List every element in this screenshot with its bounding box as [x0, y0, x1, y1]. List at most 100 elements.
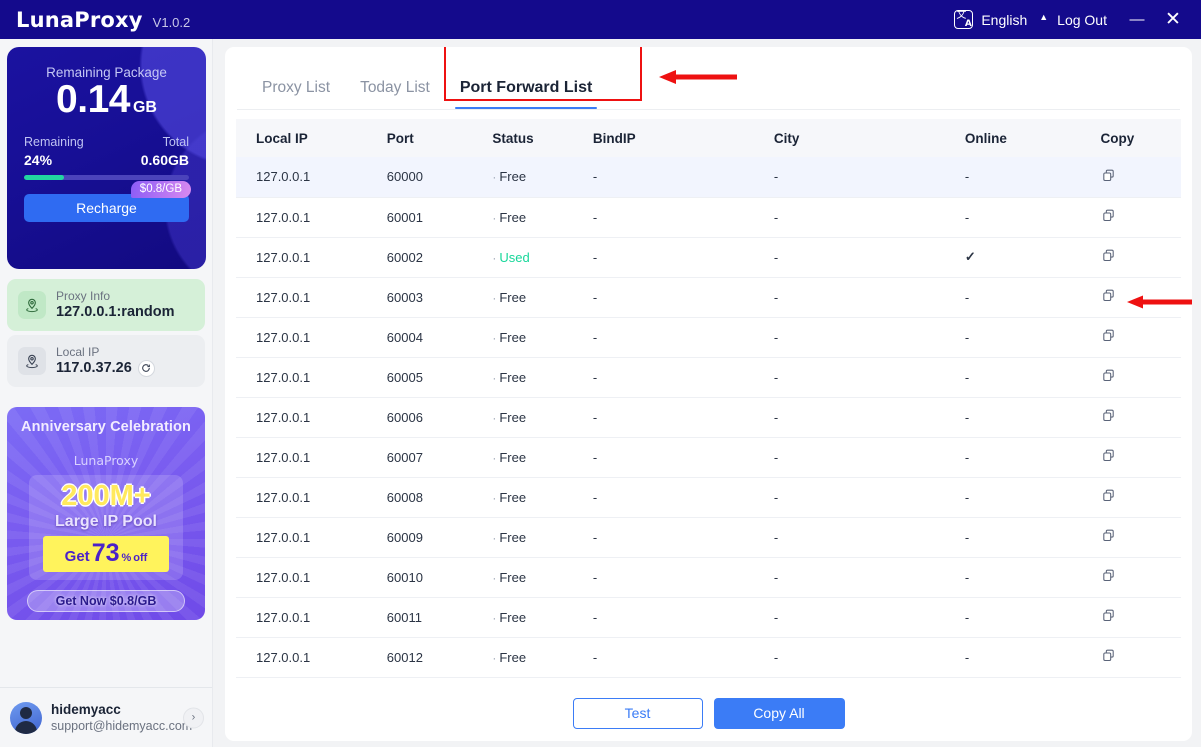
cell-port: 60007: [386, 437, 493, 478]
table-row[interactable]: 127.0.0.1 60011 · Free - - -: [236, 597, 1181, 638]
local-ip-value-row: 117.0.37.26: [56, 359, 155, 377]
status-dot-icon: ·: [492, 450, 497, 465]
package-stats-values: 24% 0.60GB: [24, 150, 189, 168]
recharge-area: Recharge $0.8/GB: [24, 181, 191, 222]
cell-copy: [1100, 437, 1181, 478]
table-row[interactable]: 127.0.0.1 60004 · Free - - -: [236, 317, 1181, 358]
copy-icon[interactable]: [1101, 448, 1116, 466]
column-header-status: Status: [492, 119, 593, 157]
package-amount: 0.14 GB: [24, 78, 189, 122]
recharge-button[interactable]: Recharge: [24, 194, 189, 222]
tab-proxy-list[interactable]: Proxy List: [247, 79, 345, 109]
cell-bindip: -: [592, 557, 774, 598]
status-dot-icon: ·: [492, 370, 497, 385]
cell-bindip: -: [592, 317, 774, 358]
cell-local-ip: 127.0.0.1: [236, 517, 387, 558]
table-row[interactable]: 127.0.0.1 60008 · Free - - -: [236, 477, 1181, 518]
cell-city: -: [773, 157, 965, 198]
status-dot-icon: ·: [492, 570, 497, 585]
table-row[interactable]: 127.0.0.1 60005 · Free - - -: [236, 357, 1181, 398]
table-row[interactable]: 127.0.0.1 60010 · Free - - -: [236, 557, 1181, 598]
tab-port-forward-list[interactable]: Port Forward List: [445, 79, 607, 109]
cell-bindip: -: [592, 157, 774, 198]
user-account-bar[interactable]: hidemyacc support@hidemyacc.com ›: [0, 687, 212, 747]
cell-local-ip: 127.0.0.1: [236, 317, 387, 358]
package-amount-unit: GB: [132, 99, 157, 116]
cell-status: · Used: [492, 237, 593, 278]
cell-city: -: [773, 317, 965, 358]
copy-icon[interactable]: [1101, 328, 1116, 346]
cell-city: -: [773, 437, 965, 478]
cell-port: 60003: [386, 277, 493, 318]
table-row[interactable]: 127.0.0.1 60000 · Free - - -: [236, 157, 1181, 198]
copy-icon[interactable]: [1101, 568, 1116, 586]
copy-all-button[interactable]: Copy All: [713, 697, 845, 729]
local-ip-card[interactable]: Local IP 117.0.37.26: [7, 335, 205, 387]
chevron-up-icon[interactable]: ▲: [1039, 12, 1048, 22]
price-badge: $0.8/GB: [130, 181, 191, 198]
cell-bindip: -: [592, 357, 774, 398]
table-row[interactable]: 127.0.0.1 60012 · Free - - -: [236, 637, 1181, 678]
sidebar: Remaining Package 0.14 GB Remaining Total…: [0, 39, 213, 747]
close-button[interactable]: ✕: [1155, 0, 1191, 39]
copy-icon[interactable]: [1101, 168, 1116, 186]
copy-icon[interactable]: [1101, 608, 1116, 626]
table-row[interactable]: 127.0.0.1 60003 · Free - - -: [236, 277, 1181, 318]
chevron-right-icon[interactable]: ›: [183, 707, 204, 728]
copy-icon[interactable]: [1101, 488, 1116, 506]
cell-bindip: -: [592, 597, 774, 638]
table-row[interactable]: 127.0.0.1 60001 · Free - - -: [236, 197, 1181, 238]
copy-icon[interactable]: [1101, 208, 1116, 226]
promo-discount-off: off: [133, 552, 148, 564]
copy-icon[interactable]: [1101, 528, 1116, 546]
cell-local-ip: 127.0.0.1: [236, 437, 387, 478]
copy-icon[interactable]: [1101, 248, 1116, 266]
copy-icon[interactable]: [1101, 648, 1116, 666]
cell-city: -: [773, 637, 965, 678]
promo-cta-button[interactable]: Get Now $0.8/GB: [27, 590, 185, 612]
cell-local-ip: 127.0.0.1: [236, 477, 387, 518]
cell-status: · Free: [492, 437, 593, 478]
promo-discount-percent: %: [121, 552, 132, 564]
proxy-info-card[interactable]: Proxy Info 127.0.0.1:random: [7, 279, 205, 331]
tab-today-list[interactable]: Today List: [345, 79, 445, 109]
status-dot-icon: ·: [492, 490, 497, 505]
cell-copy: [1100, 557, 1181, 598]
local-ip-value: 117.0.37.26: [56, 360, 132, 376]
copy-icon[interactable]: [1101, 408, 1116, 426]
user-text: hidemyacc support@hidemyacc.com: [51, 701, 192, 734]
copy-icon[interactable]: [1101, 368, 1116, 386]
cell-online: -: [964, 477, 1101, 518]
table-row[interactable]: 127.0.0.1 60002 · Used - - ✓: [236, 237, 1181, 278]
status-badge: Free: [499, 409, 527, 425]
status-badge: Free: [499, 169, 527, 185]
avatar: [10, 701, 42, 734]
refresh-icon[interactable]: [137, 359, 155, 377]
status-dot-icon: ·: [492, 330, 497, 345]
table-row[interactable]: 127.0.0.1 60009 · Free - - -: [236, 517, 1181, 558]
cell-online: -: [964, 517, 1101, 558]
status-badge: Free: [499, 369, 527, 385]
promo-banner[interactable]: Anniversary Celebration LunaProxy 200M+ …: [7, 407, 205, 620]
table-row[interactable]: 127.0.0.1 60006 · Free - - -: [236, 397, 1181, 438]
cell-online: -: [964, 397, 1101, 438]
copy-icon[interactable]: [1101, 288, 1116, 306]
cell-online: -: [964, 357, 1101, 398]
column-header-copy: Copy: [1100, 119, 1181, 157]
cell-status: · Free: [492, 157, 593, 198]
tab-bar: Proxy List Today List Port Forward List: [225, 47, 1192, 109]
promo-inner-card: 200M+ Large IP Pool Get 73 % off: [29, 475, 183, 580]
proxy-info-label: Proxy Info: [56, 289, 111, 303]
table-row[interactable]: 127.0.0.1 60007 · Free - - -: [236, 437, 1181, 478]
cell-online: -: [964, 157, 1101, 198]
translate-icon[interactable]: 文 A: [954, 10, 974, 29]
main-content: Proxy List Today List Port Forward List Lo…: [213, 39, 1201, 747]
language-selector[interactable]: English: [981, 12, 1027, 28]
column-header-port: Port: [386, 119, 493, 157]
title-bar-controls: 文 A English ▲ Log Out — ✕: [954, 0, 1201, 39]
minimize-button[interactable]: —: [1119, 0, 1155, 39]
status-badge: Free: [499, 569, 527, 585]
logout-button[interactable]: Log Out: [1057, 12, 1107, 28]
test-button[interactable]: Test: [572, 697, 703, 729]
cell-city: -: [773, 517, 965, 558]
